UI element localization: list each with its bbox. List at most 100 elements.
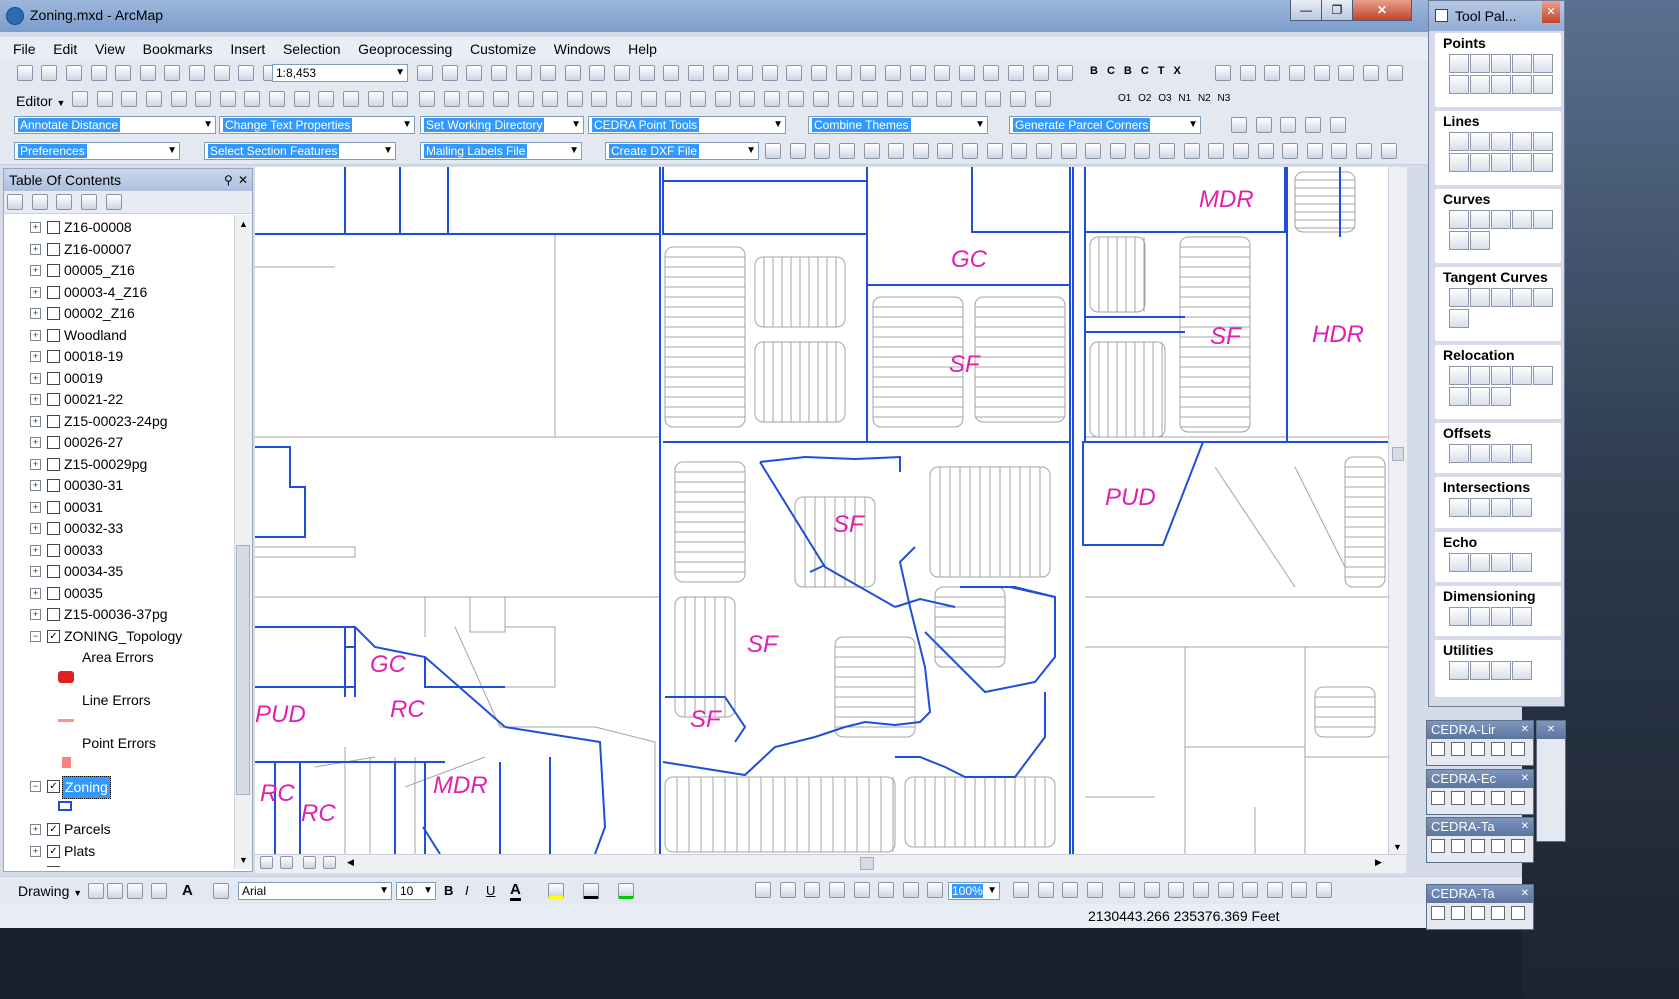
tool-a-icon[interactable] xyxy=(1431,791,1445,805)
editor-menu[interactable]: Editor ▼ xyxy=(16,93,65,109)
scroll-left-icon[interactable]: ◀ xyxy=(347,857,354,868)
cedra-angle2-icon[interactable] xyxy=(1288,65,1305,81)
tool-a-icon[interactable] xyxy=(1431,839,1445,853)
palette-tool-icon[interactable] xyxy=(1512,153,1532,172)
palette-tool-icon[interactable] xyxy=(1512,132,1532,151)
hyperlink-icon[interactable] xyxy=(884,65,901,81)
arrow-cross-k-icon[interactable] xyxy=(1035,143,1052,159)
arrow-cross-d-icon[interactable] xyxy=(863,143,880,159)
layer-visibility-checkbox[interactable] xyxy=(47,436,60,449)
layer-visibility-checkbox[interactable] xyxy=(47,457,60,471)
endpoint-arc-icon[interactable] xyxy=(145,91,162,107)
pause-drawing-icon[interactable] xyxy=(322,856,336,869)
dim-d-icon[interactable] xyxy=(1134,143,1151,159)
marker-color-icon[interactable] xyxy=(618,883,634,899)
toc-layer-row[interactable]: + 00002_Z16 xyxy=(4,303,232,324)
cedra-line-icon[interactable] xyxy=(1239,65,1256,81)
toc-scroll-thumb[interactable] xyxy=(236,545,250,795)
toc-scrollbar[interactable]: ▲ ▼ xyxy=(234,215,252,869)
line-tool-icon[interactable] xyxy=(813,91,829,107)
info-icon[interactable] xyxy=(419,91,435,107)
layer-visibility-checkbox[interactable]: ✓ xyxy=(47,844,60,858)
layer-visibility-checkbox[interactable] xyxy=(47,479,60,492)
palette-tool-icon[interactable] xyxy=(1512,288,1532,307)
expand-icon[interactable]: + xyxy=(30,523,41,534)
scroll-right-icon[interactable]: ▶ xyxy=(1375,857,1382,868)
map-vscroll-thumb[interactable] xyxy=(1392,447,1404,461)
menu-bookmarks[interactable]: Bookmarks xyxy=(136,37,220,61)
rectangle-icon[interactable] xyxy=(443,91,460,107)
box-icon[interactable] xyxy=(640,91,657,107)
palette-tool-icon[interactable] xyxy=(1512,498,1532,517)
frame-b-icon[interactable] xyxy=(1232,143,1249,159)
scroll-down-icon[interactable]: ▼ xyxy=(239,855,248,865)
expand-icon[interactable]: + xyxy=(30,480,41,491)
frame-c-icon[interactable] xyxy=(1257,143,1274,159)
arrow-cross-b-icon[interactable] xyxy=(814,143,831,159)
palette-tool-icon[interactable] xyxy=(1449,309,1469,328)
cedra-angle-icon[interactable] xyxy=(1264,65,1281,81)
menu-view[interactable]: View xyxy=(88,37,132,61)
palette-tool-icon[interactable] xyxy=(1491,444,1511,463)
cross-arrows-a-icon[interactable] xyxy=(1242,882,1259,898)
toc-layer-row[interactable]: + 00003-4_Z16 xyxy=(4,282,232,303)
palette-tool-icon[interactable] xyxy=(1449,231,1469,250)
palette-tool-icon[interactable] xyxy=(1491,607,1511,626)
layer-visibility-checkbox[interactable] xyxy=(47,500,60,514)
expand-icon[interactable]: + xyxy=(30,265,41,276)
layer-visibility-checkbox[interactable]: ✓ xyxy=(47,866,60,867)
mailing-labels-file-combo[interactable]: Mailing Labels File ▼ xyxy=(420,142,582,160)
palette-tool-icon[interactable] xyxy=(1449,366,1469,385)
expand-icon[interactable]: + xyxy=(30,587,41,599)
palette-tool-icon[interactable] xyxy=(1449,153,1469,172)
palette-tool-icon[interactable] xyxy=(1533,288,1553,307)
palette-tool-icon[interactable] xyxy=(1512,75,1532,94)
palette-tool-icon[interactable] xyxy=(1449,607,1469,626)
play-icon[interactable] xyxy=(765,143,781,159)
frame-a-icon[interactable] xyxy=(1208,143,1225,159)
palette-tool-icon[interactable] xyxy=(1449,444,1469,463)
zoom-100-icon[interactable] xyxy=(853,882,870,898)
ef-icon[interactable] xyxy=(1356,143,1372,159)
tool-d-icon[interactable] xyxy=(1491,791,1505,805)
collapse-icon[interactable]: − xyxy=(30,781,41,792)
new-rectangle-icon[interactable] xyxy=(151,883,167,899)
print-icon[interactable] xyxy=(90,65,107,81)
attributes-icon[interactable] xyxy=(342,91,359,107)
rotate-element-icon[interactable] xyxy=(107,883,123,899)
layout-pan-icon[interactable] xyxy=(804,882,821,898)
n1-button[interactable]: N1 xyxy=(1178,93,1191,104)
o2-button[interactable]: O2 xyxy=(1138,93,1151,104)
trace-icon[interactable] xyxy=(170,91,187,107)
palette-tool-icon[interactable] xyxy=(1470,444,1490,463)
palette-tool-icon[interactable] xyxy=(1491,75,1511,94)
toc-layer-row[interactable]: + ✓ Parcels xyxy=(4,819,232,840)
palette-tool-icon[interactable] xyxy=(1491,498,1511,517)
title-bar[interactable]: Zoning.mxd - ArcMap — ❐ ✕ xyxy=(0,0,1522,32)
split-icon[interactable] xyxy=(293,91,310,107)
expand-icon[interactable]: + xyxy=(30,501,41,513)
x-button[interactable]: X xyxy=(1174,65,1190,77)
mini-toolbar-title[interactable]: CEDRA-Ec ✕ xyxy=(1427,770,1533,788)
undo-icon[interactable] xyxy=(213,65,230,81)
expand-icon[interactable]: + xyxy=(30,222,41,233)
palette-tool-icon[interactable] xyxy=(1533,54,1553,73)
cut-polygons-icon[interactable] xyxy=(269,91,286,107)
zoom-to-selected-icon[interactable] xyxy=(127,883,143,899)
cedra-parallel-icon[interactable] xyxy=(1313,65,1330,81)
paste-icon[interactable] xyxy=(164,65,181,81)
cog-b-icon[interactable] xyxy=(591,91,608,107)
layout-zoom-in-icon[interactable] xyxy=(755,882,771,898)
expand-icon[interactable]: + xyxy=(30,351,41,362)
expand-icon[interactable]: + xyxy=(30,609,41,620)
create-viewer-icon[interactable] xyxy=(1057,65,1074,81)
dim-e-icon[interactable] xyxy=(1159,143,1175,159)
search-window-icon[interactable] xyxy=(490,65,507,81)
font-combo[interactable]: Arial ▼ xyxy=(238,882,392,900)
table-icon[interactable] xyxy=(441,65,458,81)
tool-b-icon[interactable] xyxy=(1451,791,1465,805)
palette-tool-icon[interactable] xyxy=(1491,553,1511,572)
focus-data-frame-icon[interactable] xyxy=(1037,882,1054,898)
toc-layer-row[interactable]: + 00034-35 xyxy=(4,561,232,582)
scroll-up-icon[interactable]: ▲ xyxy=(239,219,248,229)
